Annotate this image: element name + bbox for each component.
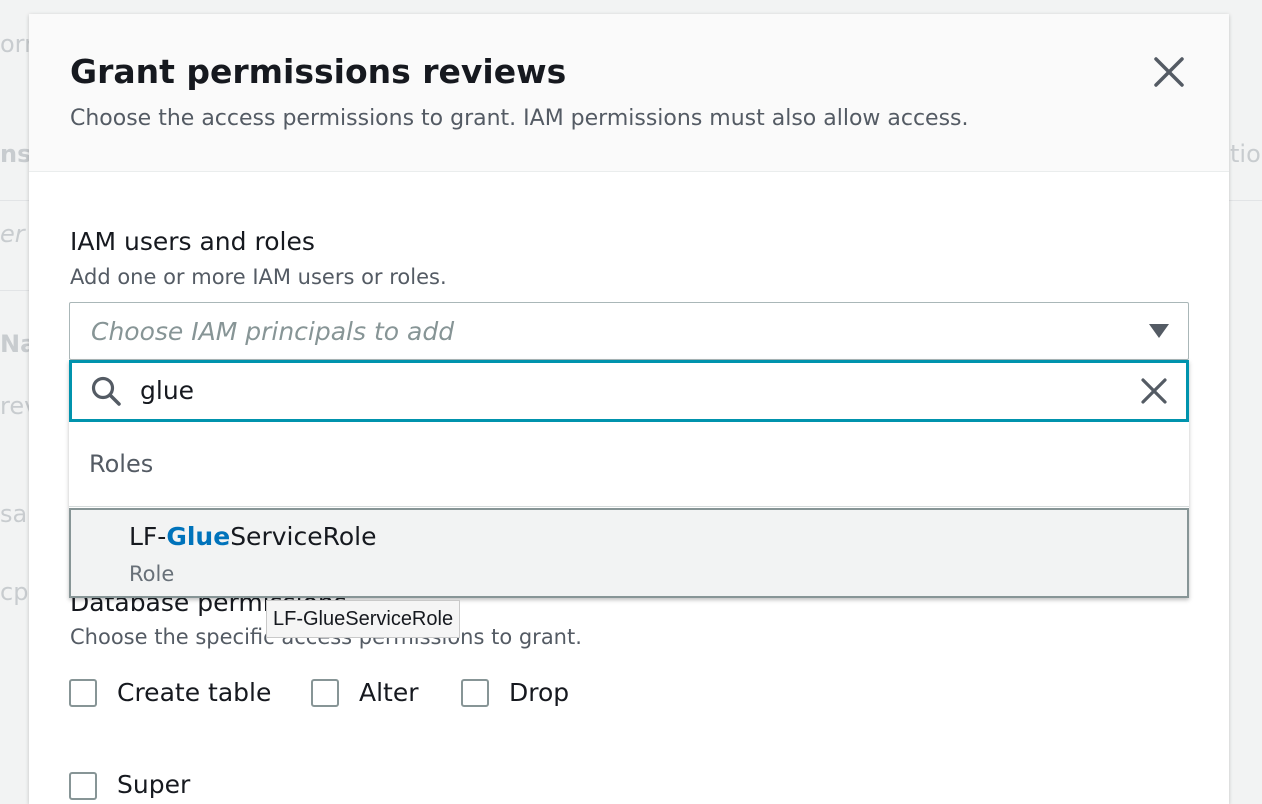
select-placeholder: Choose IAM principals to add bbox=[91, 317, 455, 346]
modal-header: Grant permissions reviews Choose the acc… bbox=[29, 14, 1229, 172]
create-table-label: Create table bbox=[117, 678, 272, 707]
close-icon bbox=[1154, 57, 1184, 87]
search-input-value[interactable]: glue bbox=[140, 376, 194, 405]
background-divider bbox=[1229, 200, 1262, 201]
background-divider bbox=[0, 200, 29, 201]
iam-principals-dropdown: glue Roles LF-GlueServiceRole Role bbox=[69, 360, 1189, 598]
option-label-suffix: ServiceRole bbox=[230, 522, 377, 551]
search-icon bbox=[91, 376, 121, 406]
iam-users-roles-description: Add one or more IAM users or roles. bbox=[70, 265, 447, 289]
super-label: Super bbox=[117, 770, 191, 799]
caret-down-icon bbox=[1149, 324, 1169, 338]
background-text: er bbox=[0, 220, 25, 248]
close-button[interactable] bbox=[1151, 54, 1187, 90]
iam-users-roles-label: IAM users and roles bbox=[70, 227, 315, 256]
drop-label: Drop bbox=[509, 678, 570, 707]
option-label-prefix: LF- bbox=[129, 522, 167, 551]
option-type: Role bbox=[129, 562, 175, 586]
background-text: tio bbox=[1230, 140, 1261, 168]
modal-description: Choose the access permissions to grant. … bbox=[70, 106, 969, 131]
grant-permissions-modal: Grant permissions reviews Choose the acc… bbox=[29, 14, 1229, 804]
create-table-checkbox[interactable] bbox=[69, 679, 97, 707]
roles-group-label: Roles bbox=[89, 450, 154, 478]
option-lf-glue-service-role[interactable]: LF-GlueServiceRole Role bbox=[69, 508, 1189, 598]
alter-label: Alter bbox=[359, 678, 419, 707]
clear-search-icon[interactable] bbox=[1140, 377, 1168, 405]
iam-principals-select[interactable]: Choose IAM principals to add bbox=[69, 302, 1189, 360]
option-label-match: Glue bbox=[166, 522, 231, 551]
principal-search-field[interactable]: glue bbox=[69, 360, 1189, 422]
option-label: LF-GlueServiceRole bbox=[129, 522, 376, 551]
super-checkbox[interactable] bbox=[69, 772, 97, 800]
option-tooltip: LF-GlueServiceRole bbox=[266, 600, 461, 638]
drop-checkbox[interactable] bbox=[461, 679, 489, 707]
background-divider bbox=[0, 290, 29, 291]
roles-group-header: Roles bbox=[69, 422, 1189, 507]
modal-title: Grant permissions reviews bbox=[70, 52, 567, 91]
alter-checkbox[interactable] bbox=[311, 679, 339, 707]
